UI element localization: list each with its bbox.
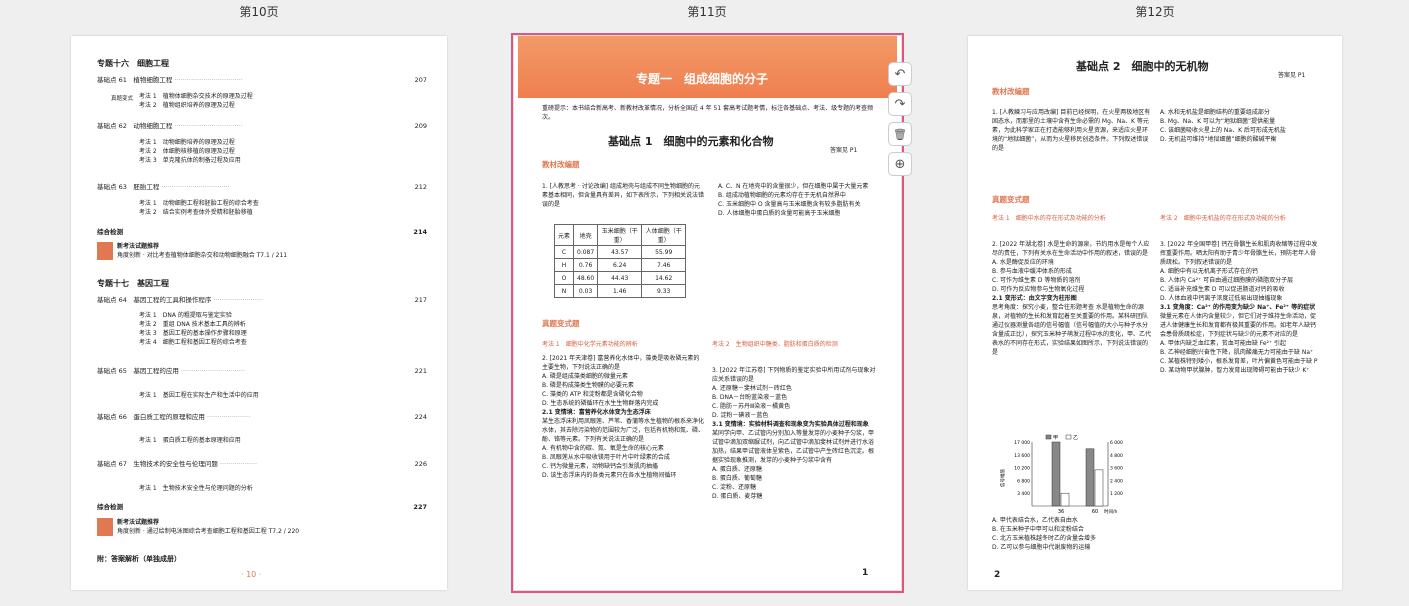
sub-list: 考法 1 蛋白质工程的基本原理和应用 xyxy=(139,437,241,444)
section-basic: 教材改编题 xyxy=(992,87,1030,96)
q1-options: A. 水和无机盐是细胞结构的重要组成部分 B. Mg、Na、K 可以为“地狱细菌”… xyxy=(1160,109,1286,143)
toc-item: 基础点 67 生物技术的安全性与伦理问题 ·················· 2… xyxy=(97,460,427,468)
method-2: 考法 2 生物组织中糖类、脂肪和蛋白质的检测 xyxy=(712,341,838,348)
recommend-block: 新考法试题推荐 角度创新 · 对比考查植物体细胞杂交和动物细胞融合 T7.1 / … xyxy=(117,243,288,259)
y-tick-label-right: 6 000 xyxy=(1110,440,1123,446)
topic17-title: 专题十七 基因工程 xyxy=(97,279,169,288)
toc-item: 基础点 66 蛋白质工程的原理和应用 ·····················… xyxy=(97,413,427,421)
x-tick-label: 36 xyxy=(1058,509,1064,515)
sub-list: 考法 1 植物体细胞杂交技术的原理及过程 考法 2 植物组织培养的原理及过程 xyxy=(139,93,253,109)
page-label-12: 第12页 xyxy=(1135,5,1175,19)
appendix: 附：答案解析（单独成册） xyxy=(97,555,181,563)
y-tick-label-left: 10 200 xyxy=(1014,466,1030,472)
rotate-left-icon: ↶ xyxy=(894,66,906,82)
method-2: 考法 2 细胞中无机盐的存在形式及功能的分析 xyxy=(1160,215,1286,222)
table-row: O 48.60 44.43 14.62 xyxy=(553,271,687,285)
method-1: 考法 1 细胞中水的存在形式及功能的分析 xyxy=(992,215,1106,222)
chapter-title: 专题一 组成细胞的分子 xyxy=(636,72,769,86)
plus-circle-icon: ⊕ xyxy=(894,156,906,172)
section-basic: 教材改编题 xyxy=(542,160,580,169)
q2-block: 2. [2022 年湖北卷] 水是生命的源泉，节约用水是每个人应尽的责任，下列有… xyxy=(992,241,1152,356)
legend-swatch xyxy=(1065,434,1072,440)
x-tick-label: 60 xyxy=(1092,509,1098,515)
table-row: N 0.03 1.46 9.33 xyxy=(553,284,687,298)
page-label-10: 第10页 xyxy=(239,5,279,19)
q1-options: A. C、N 在地壳中的含量很少，但在细胞中属于大量元素 B. 组成动植物细胞的元… xyxy=(718,183,869,217)
table-row: C 0.087 43.57 55.99 xyxy=(553,245,687,259)
bar xyxy=(1060,492,1070,507)
y-tick-label-left: 3 400 xyxy=(1017,491,1030,497)
page-toolbar: ↶ ↷ 🗑 ⊕ xyxy=(888,62,914,182)
toc-item: 基础点 61 植物细胞工程 ··························… xyxy=(97,76,427,84)
page-label-11: 第11页 xyxy=(687,5,727,19)
y-tick-label-right: 4 800 xyxy=(1110,453,1123,459)
water-signal-chart: 17 000 13 600 10 200 6 800 3 400 6 000 4 800 3 … xyxy=(999,434,1123,515)
y-tick-label-right: 1 200 xyxy=(1110,491,1123,497)
sub-list: 考法 1 基因工程在实际生产和生活中的应用 xyxy=(139,392,259,399)
recommend-icon xyxy=(97,518,113,536)
rotate-right-button[interactable]: ↷ xyxy=(888,92,912,116)
chapter-banner: 专题一 组成细胞的分子 xyxy=(518,36,897,98)
question-1: 1. [人教練习与应用改编] 目前已经探明，在火星两极地区有固态水，而那里的土壤… xyxy=(992,109,1151,152)
q3-block: 3. [2022 年全国甲卷] 钙在骨骼生长和肌肉收缩等过程中发挥重要作用。晒太… xyxy=(1160,241,1318,374)
toc-item: 基础点 64 基因工程的工具和操作程序 ····················… xyxy=(97,296,427,304)
y-axis-label: 信号幅值 xyxy=(999,469,1006,487)
toc-item: 基础点 65 基因工程的应用 ·························… xyxy=(97,367,427,375)
bp-title: 基础点 2 细胞中的无机物 xyxy=(1076,60,1209,73)
legend-label: 甲 xyxy=(1053,435,1058,441)
y-tick-label-left: 13 600 xyxy=(1014,453,1030,459)
topic16-title: 专题十六 细胞工程 xyxy=(97,59,169,68)
q3-block: 3. [2022 年江苏卷] 下列物质的鉴定实验中所用试剂与现象对应关系错误的是… xyxy=(712,367,876,500)
rotate-right-icon: ↷ xyxy=(894,96,906,112)
page-number: 2 xyxy=(994,570,1001,580)
y-tick-label-right: 3 600 xyxy=(1110,466,1123,472)
x-axis-label: 时间/h xyxy=(1104,508,1118,515)
page-thumbnail-12[interactable]: 基础点 2 细胞中的无机物 答案见 P1 教材改编题 1. [人教練习与应用改编… xyxy=(968,36,1342,590)
sub-list: 考法 1 动物细胞工程和胚胎工程的综合考查 考法 2 结合实例考查体外受精和胚胎移… xyxy=(139,200,259,216)
page-number: · 10 · xyxy=(241,570,262,579)
bar xyxy=(1085,448,1095,507)
intro: 重磅提示：本书结合新高考、新教材改革情况，分析全国近 4 年 51 套高考试题考… xyxy=(542,105,874,121)
delete-page-button[interactable]: 🗑 xyxy=(888,122,912,146)
toc-comp: 综合检测 214 xyxy=(97,228,427,236)
element-table: 元素 地壳 玉米细胞（干重） 人体细胞（干重） C 0.087 43.57 55.99 H0… xyxy=(553,224,687,298)
legend-swatch xyxy=(1045,434,1052,440)
answer-ref: 答案见 P1 xyxy=(830,147,858,154)
toc-comp: 综合检测 227 xyxy=(97,503,427,511)
question-1: 1. [人教思考 · 讨论改编] 组成地壳与组成不同生物细胞的元素基本相同，但含… xyxy=(542,183,705,208)
legend-label: 乙 xyxy=(1073,434,1078,441)
toc-item: 基础点 63 胚胎工程 ····························… xyxy=(97,183,427,191)
section-real: 真题变式题 xyxy=(542,319,580,328)
side-label: 真题变式 xyxy=(111,96,134,102)
y-tick-label-left: 17 000 xyxy=(1014,440,1030,446)
page-thumbnail-11[interactable]: 专题一 组成细胞的分子 重磅提示：本书结合新高考、新教材改革情况，分析全国近 4… xyxy=(511,33,904,593)
sub-list: 考法 1 生物技术安全性与伦理问题的分析 xyxy=(139,485,253,492)
q2-block: 2. [2021 年天津卷] 富营养化水体中，藻类是吸收磷元素的主要生物，下列说… xyxy=(542,355,705,479)
y-tick-label-left: 6 800 xyxy=(1017,478,1030,484)
page-thumbnail-10[interactable]: 专题十六 细胞工程 基础点 61 植物细胞工程 ················… xyxy=(71,36,447,590)
recommend-icon xyxy=(97,242,113,260)
trash-icon: 🗑 xyxy=(893,127,907,141)
bar xyxy=(1094,469,1104,507)
answer-ref: 答案见 P1 xyxy=(1278,72,1306,79)
bp-title: 基础点 1 细胞中的元素和化合物 xyxy=(608,135,774,148)
section-real: 真题变式题 xyxy=(992,195,1030,204)
v21-options: A. 甲代表结合水，乙代表自由水 B. 在玉米种子中甲可以和淀粉结合 C. 北方玉米… xyxy=(992,517,1097,551)
y-tick-label-right: 2 400 xyxy=(1110,478,1123,484)
table-header: 元素 地壳 玉米细胞（干重） 人体细胞（干重） xyxy=(553,224,687,246)
page-number: 1 xyxy=(862,568,869,578)
recommend-block: 新考法试题推荐 角度创新 · 通过绘制电泳图综合考查细胞工程和基因工程 T7.2 … xyxy=(117,519,300,535)
method-1: 考法 1 细胞中化学元素功能的辨析 xyxy=(542,341,638,348)
sub-list: 考法 1 DNA 的粗提取与鉴定实验 考法 2 重组 DNA 技术基本工具的辨析考… xyxy=(139,312,247,346)
rotate-left-button[interactable]: ↶ xyxy=(888,62,912,86)
toc-item: 基础点 62 动物细胞工程 ··························… xyxy=(97,122,427,130)
bar xyxy=(1051,441,1061,507)
add-page-button[interactable]: ⊕ xyxy=(888,152,912,176)
table-row: H 0.76 6.24 7.46 xyxy=(553,258,687,272)
sub-list: 考法 1 动物细胞培养的原理及过程 考法 2 体细胞核移植的原理及过程 考法 3 单… xyxy=(139,139,241,164)
